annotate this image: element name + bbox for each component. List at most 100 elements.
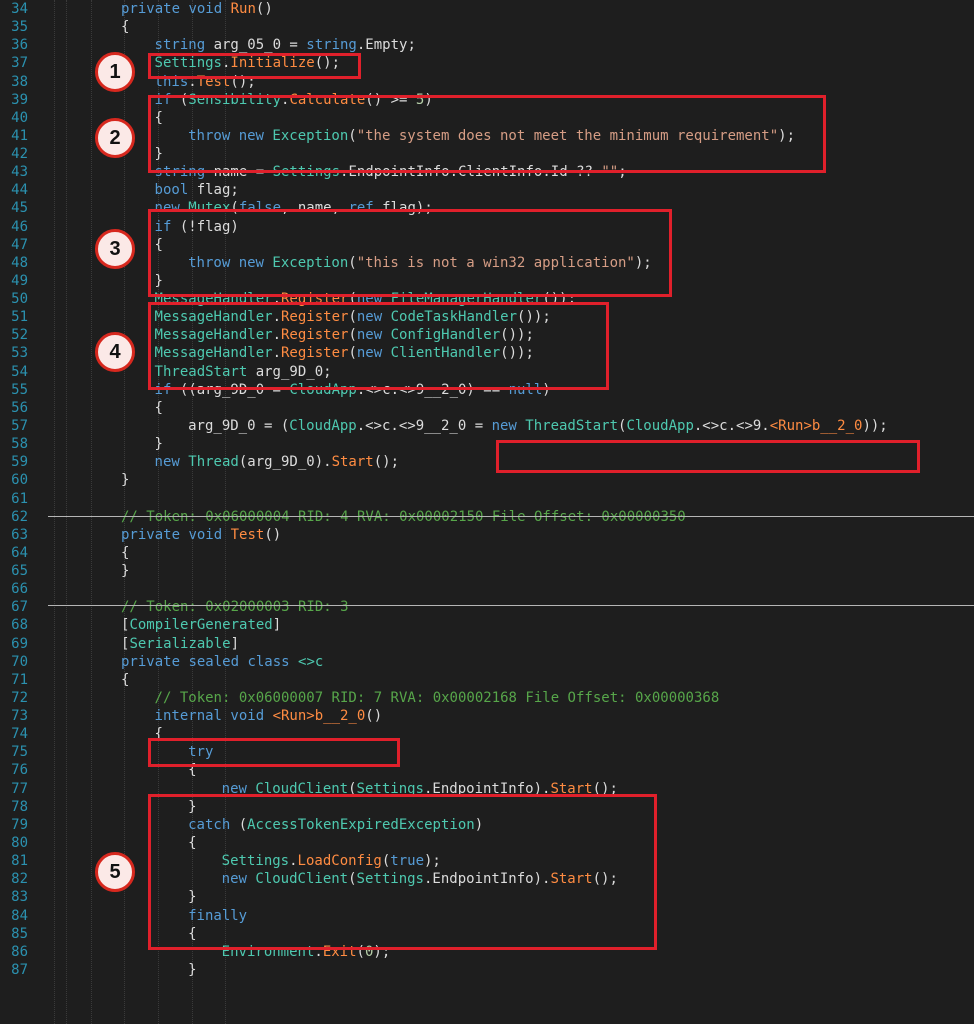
- code-line[interactable]: 64 {: [0, 544, 974, 562]
- code-token-plain: (): [264, 526, 282, 543]
- line-number: 76: [11, 762, 28, 779]
- highlight-box-settings-initialize: [148, 53, 361, 79]
- code-token-plain: ]: [230, 635, 240, 652]
- code-line[interactable]: 73 internal void <Run>b__2_0(): [0, 707, 974, 725]
- code-token-plain: ();: [373, 454, 400, 471]
- code-line[interactable]: 66: [0, 580, 974, 598]
- code-token-plain: flag;: [196, 182, 239, 199]
- code-line[interactable]: 57 arg_9D_0 = (CloudApp.<>c.<>9__2_0 = ne…: [0, 417, 974, 435]
- line-number: 51: [11, 309, 28, 326]
- highlight-box-threadstart: [496, 440, 920, 473]
- code-token-kw: sealed: [188, 653, 248, 670]
- line-number: 87: [11, 961, 28, 978]
- code-editor[interactable]: 34 private void Run() 35{36 string arg_05_0…: [0, 0, 974, 1024]
- code-token-kw: internal: [154, 708, 231, 725]
- code-line[interactable]: 76{: [0, 761, 974, 779]
- method-separator: [48, 516, 974, 517]
- line-number: 42: [11, 146, 28, 163]
- code-token-kw: bool: [154, 182, 197, 199]
- line-number: 83: [11, 889, 28, 906]
- code-line[interactable]: 68 [CompilerGenerated]: [0, 616, 974, 634]
- code-token-method: Test: [230, 526, 265, 543]
- line-number: 54: [11, 363, 28, 380]
- code-line[interactable]: 71 {: [0, 671, 974, 689]
- line-number: 49: [11, 272, 28, 289]
- code-token-plain: {: [121, 19, 130, 36]
- line-number: 46: [11, 218, 28, 235]
- code-line[interactable]: 87}: [0, 961, 974, 979]
- code-line[interactable]: 74{: [0, 725, 974, 743]
- code-token-kw: string: [306, 37, 357, 54]
- line-number: 68: [11, 617, 28, 634]
- line-number: 72: [11, 689, 28, 706]
- line-number: 40: [11, 109, 28, 126]
- code-line[interactable]: 56 {: [0, 399, 974, 417]
- code-token-method: Run: [230, 1, 256, 17]
- line-number: 73: [11, 708, 28, 725]
- code-token-plain: {: [121, 671, 130, 688]
- highlight-box-cloudclient-try: [148, 794, 657, 950]
- code-token-type: Serializable: [129, 635, 231, 652]
- line-number: 43: [11, 164, 28, 181]
- line-number: 80: [11, 834, 28, 851]
- line-number: 79: [11, 816, 28, 833]
- line-number: 69: [11, 635, 28, 652]
- annotation-badge-4: 4: [95, 332, 135, 372]
- code-token-kw: private: [121, 526, 189, 543]
- code-line[interactable]: 38 this.Test();: [0, 73, 974, 91]
- line-number: 37: [11, 55, 28, 72]
- code-text: private void Run(): [121, 0, 273, 18]
- line-number: 75: [11, 744, 28, 761]
- code-token-plain: arg_9D_0 = (: [188, 417, 290, 434]
- code-line[interactable]: 75 try: [0, 743, 974, 761]
- code-line[interactable]: 61: [0, 490, 974, 508]
- code-token-plain: (): [365, 708, 383, 725]
- line-number: 55: [11, 381, 28, 398]
- line-number: 48: [11, 254, 28, 271]
- line-number: 58: [11, 436, 28, 453]
- code-text: arg_9D_0 = (CloudApp.<>c.<>9__2_0 = new …: [188, 417, 888, 435]
- code-token-kw: new: [154, 454, 189, 471]
- annotation-badge-3: 3: [95, 229, 135, 269]
- code-token-method: <Run>b__2_0: [769, 417, 863, 434]
- code-line[interactable]: 63 private void Test(): [0, 526, 974, 544]
- code-line[interactable]: 44 bool flag;: [0, 181, 974, 199]
- line-number: 65: [11, 563, 28, 580]
- code-token-plain: }: [121, 472, 130, 489]
- code-token-method: Start: [331, 454, 374, 471]
- line-number: 85: [11, 925, 28, 942]
- code-line[interactable]: 72 // Token: 0x06000007 RID: 7 RVA: 0x000…: [0, 689, 974, 707]
- code-token-comment: // Token: 0x02000003 RID: 3: [121, 599, 349, 616]
- line-number: 64: [11, 544, 28, 561]
- code-line[interactable]: 34 private void Run(): [0, 0, 974, 18]
- code-line[interactable]: 65}: [0, 562, 974, 580]
- line-number: 45: [11, 200, 28, 217]
- code-text: // Token: 0x02000003 RID: 3: [121, 598, 349, 616]
- code-line[interactable]: 35 {: [0, 18, 974, 36]
- line-number: 53: [11, 345, 28, 362]
- code-line[interactable]: 67 // Token: 0x02000003 RID: 3: [0, 598, 974, 616]
- code-token-plain: ]: [272, 617, 282, 634]
- code-token-field: Empty: [365, 37, 408, 54]
- code-text: new Thread(arg_9D_0).Start();: [155, 453, 399, 471]
- annotation-badge-1: 1: [95, 52, 135, 92]
- line-number: 77: [11, 780, 28, 797]
- code-token-plain: }: [188, 961, 197, 978]
- code-line[interactable]: 37 Settings.Initialize();: [0, 54, 974, 72]
- code-line[interactable]: 69 [Serializable]: [0, 635, 974, 653]
- line-number: 78: [11, 798, 28, 815]
- code-line[interactable]: 60}: [0, 471, 974, 489]
- line-number: 35: [11, 19, 28, 36]
- code-text: }: [121, 562, 129, 580]
- code-token-kw: void: [230, 708, 273, 725]
- code-token-plain: (): [255, 1, 273, 17]
- code-token-kw: private: [121, 1, 189, 17]
- line-number: 57: [11, 417, 28, 434]
- line-number: 62: [11, 508, 28, 525]
- line-number: 70: [11, 653, 28, 670]
- code-text: [CompilerGenerated]: [121, 616, 281, 634]
- code-line[interactable]: 70 private sealed class <>c: [0, 653, 974, 671]
- code-token-type: <>c: [298, 653, 324, 670]
- code-token-plain: (arg_9D_0).: [238, 454, 332, 471]
- code-line[interactable]: 36 string arg_05_0 = string.Empty;: [0, 36, 974, 54]
